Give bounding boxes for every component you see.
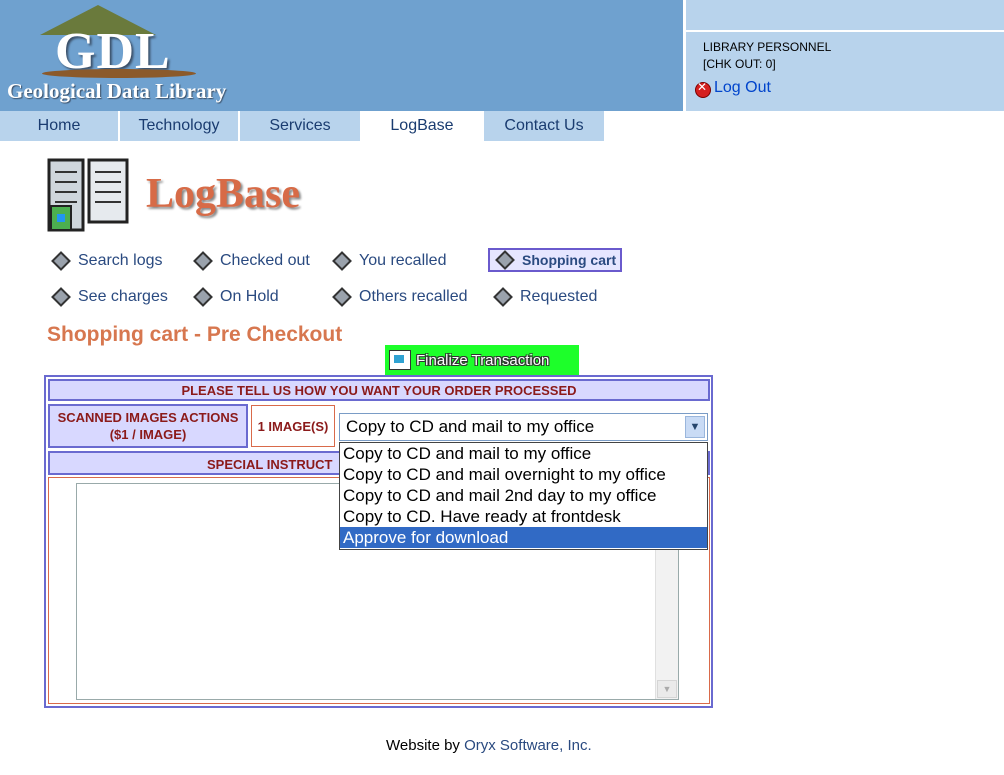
user-panel-top bbox=[686, 0, 1004, 32]
actions-label-line2: ($1 / IMAGE) bbox=[109, 427, 187, 442]
diamond-bullet-icon bbox=[493, 287, 513, 307]
diamond-bullet-icon bbox=[193, 287, 213, 307]
footer-prefix: Website by bbox=[386, 737, 465, 754]
menu-label: See charges bbox=[78, 288, 168, 305]
option-mail-overnight[interactable]: Copy to CD and mail overnight to my offi… bbox=[340, 464, 707, 485]
option-frontdesk[interactable]: Copy to CD. Have ready at frontdesk bbox=[340, 506, 707, 527]
section-title: Shopping cart - Pre Checkout bbox=[47, 323, 343, 346]
tab-services[interactable]: Services bbox=[240, 111, 360, 141]
order-form-heading: PLEASE TELL US HOW YOU WANT YOUR ORDER P… bbox=[48, 379, 710, 401]
menu-label: Search logs bbox=[78, 252, 163, 269]
oryx-software-link[interactable]: Oryx Software, Inc. bbox=[464, 737, 592, 754]
option-mail-office[interactable]: Copy to CD and mail to my office bbox=[340, 443, 707, 464]
checkout-status: [CHK OUT: 0] bbox=[703, 57, 776, 71]
finalize-label: Finalize Transaction bbox=[416, 351, 550, 369]
page-title: LogBase bbox=[146, 171, 301, 217]
transaction-icon bbox=[389, 350, 411, 370]
diamond-bullet-icon bbox=[495, 250, 515, 270]
diamond-bullet-icon bbox=[332, 251, 352, 271]
logout-icon: ✕ bbox=[692, 79, 711, 98]
site-header: GDL Geological Data Library bbox=[0, 0, 683, 111]
scanned-images-actions-label: SCANNED IMAGES ACTIONS ($1 / IMAGE) bbox=[48, 404, 248, 448]
option-approve-download[interactable]: Approve for download bbox=[340, 527, 707, 548]
menu-you-recalled[interactable]: You recalled bbox=[331, 251, 447, 271]
logo-swoosh bbox=[42, 69, 196, 78]
processing-option-list: Copy to CD and mail to my office Copy to… bbox=[339, 442, 708, 550]
logbase-icon bbox=[47, 158, 129, 232]
diamond-bullet-icon bbox=[51, 251, 71, 271]
menu-shopping-cart[interactable]: Shopping cart bbox=[488, 248, 623, 272]
scroll-down-icon[interactable]: ▼ bbox=[657, 680, 677, 698]
logout-link[interactable]: ✕ Log Out bbox=[692, 79, 771, 98]
footer: Website by Oryx Software, Inc. bbox=[386, 737, 592, 754]
menu-others-recalled[interactable]: Others recalled bbox=[331, 287, 468, 307]
menu-search-logs[interactable]: Search logs bbox=[50, 251, 163, 271]
user-panel-bottom: LIBRARY PERSONNEL [CHK OUT: 0] ✕ Log Out bbox=[686, 32, 1004, 111]
menu-label: You recalled bbox=[359, 252, 447, 269]
main-nav: Home Technology Services LogBase Contact… bbox=[0, 111, 1004, 141]
menu-label: Others recalled bbox=[359, 288, 468, 305]
menu-label: Requested bbox=[520, 288, 598, 305]
processing-option-select[interactable]: Copy to CD and mail to my office ▼ bbox=[339, 413, 708, 441]
special-instructions-label: SPECIAL INSTRUCT bbox=[207, 457, 333, 472]
logo-subtitle: Geological Data Library bbox=[7, 79, 227, 103]
menu-requested[interactable]: Requested bbox=[492, 287, 598, 307]
option-mail-2nd-day[interactable]: Copy to CD and mail 2nd day to my office bbox=[340, 485, 707, 506]
user-panel: LIBRARY PERSONNEL [CHK OUT: 0] ✕ Log Out bbox=[686, 0, 1004, 111]
menu-on-hold[interactable]: On Hold bbox=[192, 287, 279, 307]
menu-label: Checked out bbox=[220, 252, 310, 269]
diamond-bullet-icon bbox=[332, 287, 352, 307]
diamond-bullet-icon bbox=[193, 251, 213, 271]
menu-label: On Hold bbox=[220, 288, 279, 305]
tab-technology[interactable]: Technology bbox=[120, 111, 238, 141]
select-value: Copy to CD and mail to my office bbox=[346, 417, 595, 436]
menu-checked-out[interactable]: Checked out bbox=[192, 251, 310, 271]
menu-label: Shopping cart bbox=[522, 252, 617, 268]
actions-label-line1: SCANNED IMAGES ACTIONS bbox=[57, 410, 239, 425]
chevron-down-icon[interactable]: ▼ bbox=[685, 416, 705, 438]
user-role: LIBRARY PERSONNEL bbox=[703, 40, 832, 54]
diamond-bullet-icon bbox=[51, 287, 71, 307]
logout-label: Log Out bbox=[714, 79, 771, 96]
image-count: 1 IMAGE(S) bbox=[251, 405, 335, 447]
tab-contact-us[interactable]: Contact Us bbox=[484, 111, 604, 141]
menu-see-charges[interactable]: See charges bbox=[50, 287, 168, 307]
finalize-transaction-button[interactable]: Finalize Transaction bbox=[385, 345, 579, 375]
tab-logbase[interactable]: LogBase bbox=[362, 111, 482, 141]
tab-home[interactable]: Home bbox=[0, 111, 118, 141]
